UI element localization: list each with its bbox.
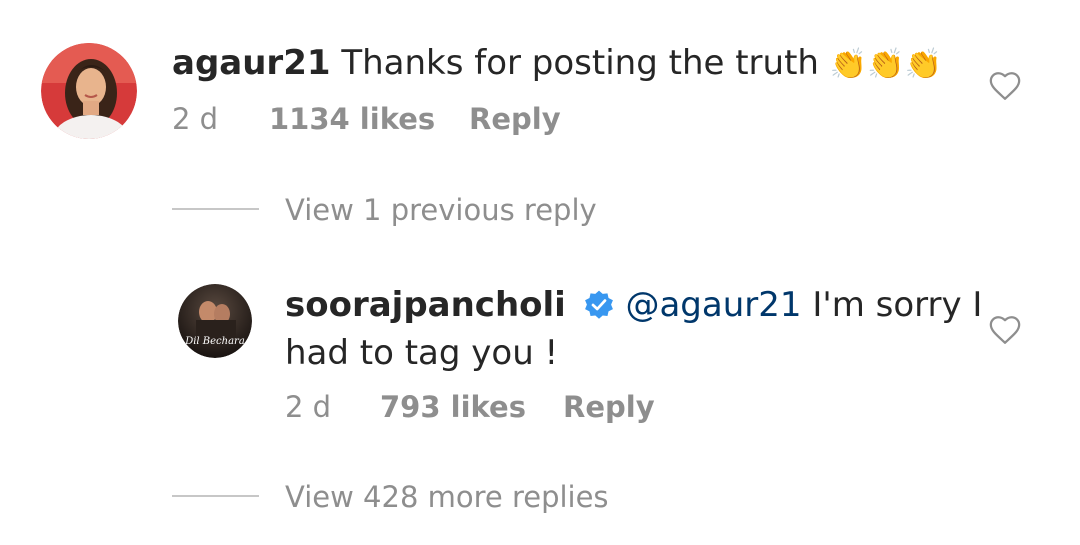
comment-text-row: agaur21 Thanks for posting the truth 👏👏👏 bbox=[172, 43, 942, 85]
comment-time: 2 d bbox=[172, 102, 219, 136]
reply-text-line2: had to tag you ! bbox=[285, 333, 559, 373]
avatar-soorajpancholi[interactable]: Dil Bechara bbox=[178, 284, 252, 358]
avatar-agaur21[interactable] bbox=[41, 43, 137, 139]
reply-text-row: soorajpancholi @agaur21 I'm sorry I bbox=[285, 285, 982, 325]
reply-time: 2 d bbox=[285, 390, 332, 424]
reply-button[interactable]: Reply bbox=[469, 102, 561, 136]
view-more-replies-label[interactable]: View 428 more replies bbox=[285, 480, 609, 514]
thread-divider bbox=[172, 208, 259, 210]
thread-divider bbox=[172, 495, 259, 497]
clapping-hands-emoji: 👏👏👏 bbox=[829, 47, 942, 82]
heart-icon[interactable] bbox=[988, 69, 1022, 107]
avatar-caption: Dil Bechara bbox=[184, 336, 245, 347]
reply-text-line1: I'm sorry I bbox=[801, 285, 983, 325]
username[interactable]: soorajpancholi bbox=[285, 285, 566, 325]
view-previous-reply-label[interactable]: View 1 previous reply bbox=[285, 193, 597, 227]
reply-button[interactable]: Reply bbox=[563, 390, 655, 424]
heart-icon[interactable] bbox=[988, 313, 1022, 351]
mention-link[interactable]: @agaur21 bbox=[625, 285, 801, 325]
comment-text: Thanks for posting the truth bbox=[341, 43, 819, 83]
verified-badge-icon bbox=[583, 289, 615, 321]
avatar-photo bbox=[41, 43, 137, 139]
likes-count[interactable]: 1134 likes bbox=[269, 102, 435, 136]
avatar-poster: Dil Bechara bbox=[178, 284, 252, 358]
username[interactable]: agaur21 bbox=[172, 43, 331, 83]
likes-count[interactable]: 793 likes bbox=[380, 390, 526, 424]
